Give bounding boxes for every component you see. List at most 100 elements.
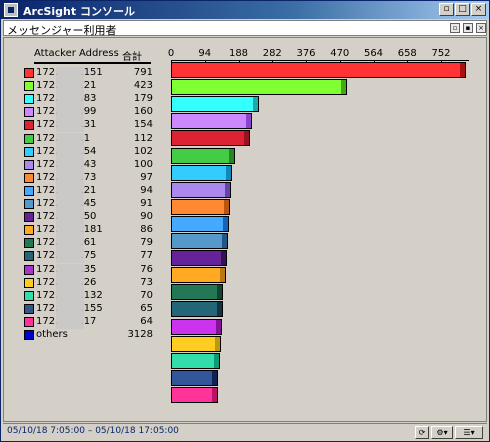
legend-swatch xyxy=(24,212,34,223)
legend-row[interactable]: 172. .181 86 xyxy=(24,224,159,237)
total-count-label: 94 xyxy=(140,184,153,196)
bar-end-cap xyxy=(216,302,222,317)
panel-detach-icon[interactable]: ▫ xyxy=(450,23,460,33)
total-count-label: 65 xyxy=(140,302,153,314)
window-title: ArcSight コンソール xyxy=(23,5,135,18)
legend-row[interactable]: 172. .26 73 xyxy=(24,277,159,290)
total-count-label: 73 xyxy=(140,276,153,288)
redaction-mask xyxy=(56,145,84,159)
legend-swatch xyxy=(24,81,34,92)
total-count-label: 179 xyxy=(133,93,153,105)
bar[interactable] xyxy=(171,250,228,267)
legend-row[interactable]: 172. .155 65 xyxy=(24,303,159,316)
restore-button[interactable]: ▫ xyxy=(439,3,454,16)
bar-end-cap xyxy=(212,370,218,385)
settings-dropdown-icon[interactable]: ⚙▾ xyxy=(431,426,453,439)
total-count-label: 77 xyxy=(140,250,153,262)
bar[interactable] xyxy=(171,352,221,369)
total-count-label: 3128 xyxy=(127,329,153,340)
bar[interactable] xyxy=(171,369,219,386)
redaction-mask xyxy=(56,158,84,172)
bar-end-cap xyxy=(215,336,221,351)
legend-row[interactable]: 172. .75 77 xyxy=(24,250,159,263)
time-range-label: 05/10/18 7:05:00 – 05/10/18 17:05:00 xyxy=(7,426,179,436)
legend-row[interactable]: 172. .99 160 xyxy=(24,106,159,119)
bar[interactable] xyxy=(171,233,228,249)
bar-end-cap xyxy=(211,387,217,402)
total-count-label: 91 xyxy=(140,198,153,209)
close-button[interactable]: × xyxy=(471,3,486,16)
redaction-mask xyxy=(56,211,84,225)
legend-row[interactable]: 172. .31 154 xyxy=(24,119,159,132)
legend-row[interactable]: 172. .132 70 xyxy=(24,290,159,303)
bar[interactable] xyxy=(171,79,347,96)
legend-swatch xyxy=(24,185,34,196)
bar[interactable] xyxy=(171,62,466,78)
bar[interactable] xyxy=(171,130,251,147)
bar[interactable] xyxy=(171,335,222,352)
redaction-mask xyxy=(56,198,84,211)
legend-row[interactable]: 172. .151 791 xyxy=(24,67,159,80)
bar[interactable] xyxy=(171,215,229,232)
legend-row[interactable]: 172. .21 94 xyxy=(24,185,159,198)
panel-close-icon[interactable]: × xyxy=(476,23,486,33)
x-tick-label: 752 xyxy=(431,48,451,59)
x-tick-label: 282 xyxy=(262,48,282,59)
legend-swatch xyxy=(24,133,34,144)
redaction-mask xyxy=(56,276,84,290)
title-bar[interactable]: ArcSight コンソール ▫ □ × xyxy=(1,1,489,19)
redaction-mask xyxy=(56,67,84,80)
bar[interactable] xyxy=(171,318,223,335)
panel-title: メッセンジャー利用者 xyxy=(7,24,117,37)
legend-row[interactable]: 172. .50 90 xyxy=(24,211,159,224)
redaction-mask xyxy=(56,132,84,146)
bar-end-cap xyxy=(216,319,222,334)
legend-row[interactable]: 172. .54 102 xyxy=(24,146,159,159)
redaction-mask xyxy=(56,289,84,303)
legend-row[interactable]: 172. .45 91 xyxy=(24,198,159,211)
legend-row[interactable]: 172. .1 112 xyxy=(24,133,159,146)
bar-end-cap xyxy=(219,268,225,283)
total-count-label: 64 xyxy=(140,315,153,327)
bar[interactable] xyxy=(171,198,230,215)
legend-swatch xyxy=(24,316,34,327)
total-count-label: 423 xyxy=(133,80,153,92)
bar[interactable] xyxy=(171,147,236,164)
legend-swatch xyxy=(24,238,34,249)
legend-row[interactable]: 172. .83 179 xyxy=(24,93,159,106)
x-tick-label: 376 xyxy=(296,48,316,59)
panel-maximize-icon[interactable]: ▪ xyxy=(463,23,473,33)
legend-row[interactable]: 172. .21 423 xyxy=(24,80,159,93)
bar-end-cap xyxy=(221,234,227,248)
view-dropdown-icon[interactable]: ☰▾ xyxy=(455,426,483,439)
legend-swatch xyxy=(24,94,34,105)
bar[interactable] xyxy=(171,284,224,301)
legend-row[interactable]: 172. .61 79 xyxy=(24,237,159,250)
legend-row[interactable]: others 3128 xyxy=(24,329,159,342)
bar[interactable] xyxy=(171,164,232,181)
x-tick-label: 658 xyxy=(397,48,417,59)
panel-header: メッセンジャー利用者 ▫ ▪ × xyxy=(3,20,487,37)
legend-row[interactable]: 172. .73 97 xyxy=(24,172,159,185)
bar-end-cap xyxy=(221,251,227,266)
bar[interactable] xyxy=(171,181,231,198)
bar[interactable] xyxy=(171,301,223,318)
legend-row[interactable]: 172. .17 64 xyxy=(24,316,159,329)
legend-row[interactable]: 172. .43 100 xyxy=(24,159,159,172)
maximize-button[interactable]: □ xyxy=(455,3,470,16)
x-tick-label: 94 xyxy=(198,48,212,59)
redaction-mask xyxy=(56,119,84,133)
legend-swatch xyxy=(24,251,34,262)
bar[interactable] xyxy=(171,386,218,403)
total-count-label: 97 xyxy=(140,171,153,183)
bar[interactable] xyxy=(171,96,260,113)
legend-swatch xyxy=(24,290,34,301)
redaction-mask xyxy=(56,171,84,185)
bar-end-cap xyxy=(224,182,230,197)
arcsight-app-icon xyxy=(4,3,18,17)
legend-swatch xyxy=(24,172,34,183)
bar[interactable] xyxy=(171,113,253,130)
bar[interactable] xyxy=(171,267,226,284)
refresh-icon[interactable]: ⟳ xyxy=(415,426,429,439)
legend-row[interactable]: 172. .35 76 xyxy=(24,264,159,277)
